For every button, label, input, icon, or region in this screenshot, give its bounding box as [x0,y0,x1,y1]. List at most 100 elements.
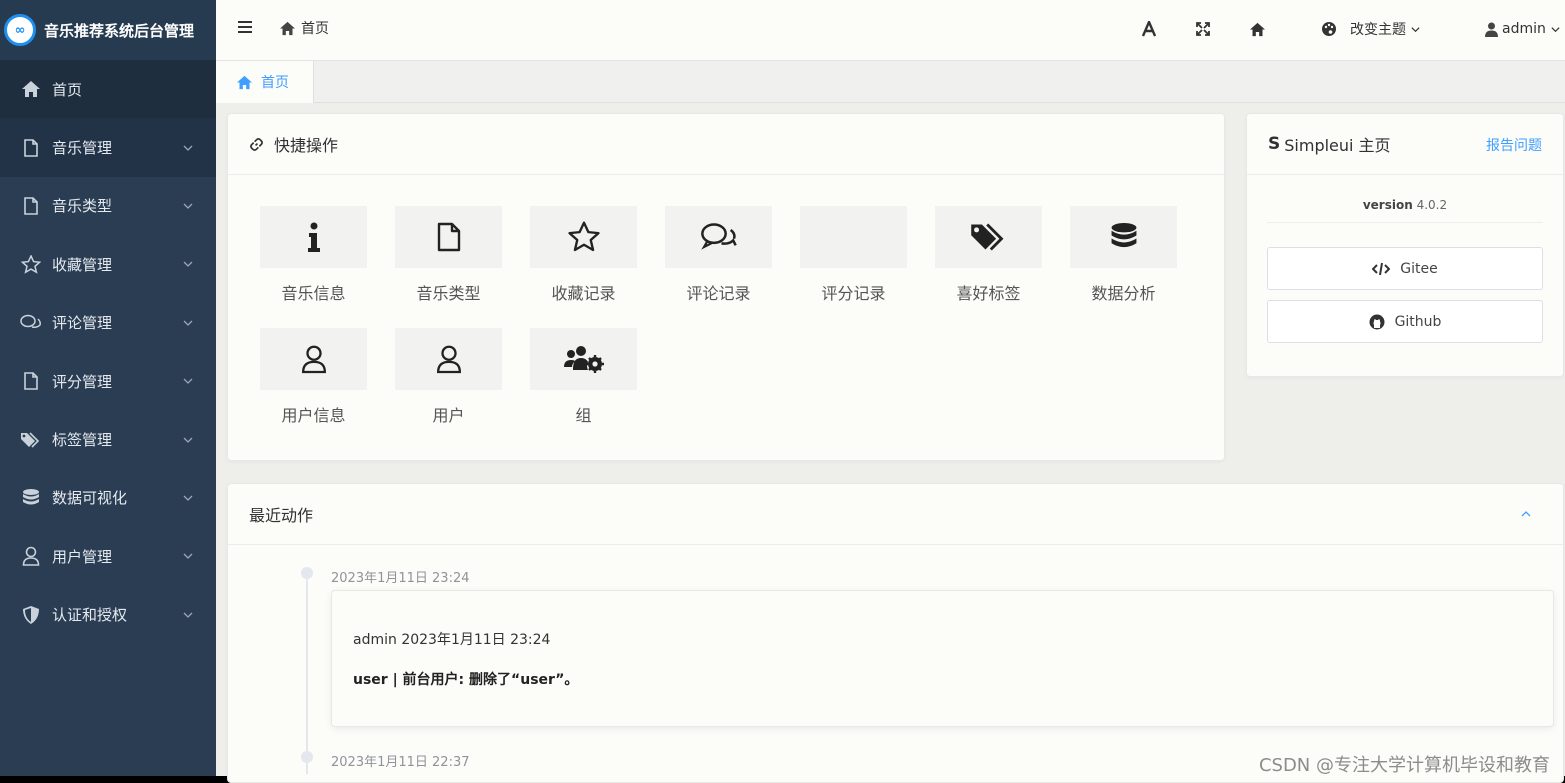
menu-toggle-icon[interactable] [238,20,252,34]
sidebar-item-comments[interactable]: 评论管理 [0,294,216,352]
top-header: 首页 改变主题 admin [216,0,1565,61]
sidebar-item-label: 认证和授权 [52,606,128,625]
github-icon [1369,314,1385,329]
quick-action-comments[interactable]: 评论记录 [665,206,772,304]
info-icon [307,222,320,252]
entry-message[interactable]: user | 前台用户: 删除了“user”。 [353,669,578,689]
quick-action-label: 音乐类型 [416,284,481,303]
database-icon [1111,223,1136,248]
user-icon [436,345,461,374]
sidebar-item-label: 音乐类型 [52,197,113,216]
sidebar-item-music-type[interactable]: 音乐类型 [0,177,216,235]
users-cog-icon [563,346,604,373]
sidebar-item-tags[interactable]: 标签管理 [0,410,216,468]
star-icon [567,221,600,252]
quick-action-tags[interactable]: 喜好标签 [935,206,1042,304]
sidebar-item-visualization[interactable]: 数据可视化 [0,469,216,527]
user-icon [1485,22,1498,37]
breadcrumb[interactable]: 首页 [279,18,329,38]
sidebar-item-favorites[interactable]: 收藏管理 [0,235,216,293]
timeline-timestamp: 2023年1月11日 23:24 [331,571,470,586]
sidebar-item-label: 评论管理 [52,314,113,333]
quick-action-music-info[interactable]: 音乐信息 [260,206,367,304]
recent-actions-title: 最近动作 [249,506,314,525]
timeline-entry: admin 2023年1月11日 23:24 user | 前台用户: 删除了“… [331,590,1554,727]
quick-action-users[interactable]: 用户 [395,328,502,426]
quick-action-label: 收藏记录 [551,284,616,303]
card-header: 最近动作 [228,484,1563,545]
user-menu[interactable]: admin [1485,18,1561,40]
tags-icon [970,223,1003,251]
sidebar-item-users[interactable]: 用户管理 [0,527,216,585]
home-icon [20,78,42,100]
version-label: version [1362,198,1413,212]
font-icon [1142,21,1156,37]
sidebar-item-label: 用户管理 [52,547,113,566]
report-issue-link[interactable]: 报告问题 [1486,135,1542,155]
tab-bar: 首页 [216,61,1565,103]
quick-action-user-info[interactable]: 用户信息 [260,328,367,426]
sidebar-item-ratings[interactable]: 评分管理 [0,352,216,410]
timeline-line [306,574,308,774]
sidebar-item-label: 标签管理 [52,431,113,450]
comments-icon [700,223,737,250]
recent-actions-card: 最近动作 2023年1月11日 23:24 admin 2023年1月11日 2… [227,483,1564,783]
simpleui-title: Simpleui 主页 [1284,136,1391,155]
timeline-dot [301,751,313,763]
quick-action-favorites[interactable]: 收藏记录 [530,206,637,304]
sidebar-item-music[interactable]: 音乐管理 [0,118,216,177]
code-icon [1372,262,1391,275]
quick-action-groups[interactable]: 组 [530,328,637,426]
breadcrumb-label: 首页 [301,21,329,37]
chevron-down-icon [183,437,193,443]
fullscreen-button[interactable] [1196,18,1210,40]
quick-action-label: 数据分析 [1091,284,1156,303]
home-button[interactable] [1249,18,1266,40]
github-button[interactable]: Github [1267,300,1543,343]
font-size-button[interactable] [1142,18,1156,40]
sidebar-item-auth[interactable]: 认证和授权 [0,586,216,644]
sidebar: ∞ 音乐推荐系统后台管理 首页 音乐管理 音乐类型 收藏管理 评论管理 评分管理… [0,0,216,776]
chevron-down-icon [1551,26,1560,32]
entry-author-time: admin 2023年1月11日 23:24 [353,632,551,648]
timeline-dot [301,567,313,579]
quick-actions-title: 快捷操作 [274,136,339,155]
user-label: admin [1502,21,1546,37]
quick-action-label: 音乐信息 [281,284,346,303]
quick-action-music-type[interactable]: 音乐类型 [395,206,502,304]
user-icon [20,545,42,567]
database-icon [20,487,42,509]
home-icon [237,75,252,89]
app-title: 音乐推荐系统后台管理 [44,21,195,40]
comments-icon [20,312,42,334]
card-header: S Simpleui 主页 报告问题 [1247,114,1563,175]
logo-icon: ∞ [4,14,36,46]
palette-icon [1322,22,1336,36]
chevron-down-icon [183,320,193,326]
version-info: version 4.0.2 [1267,198,1543,223]
chevron-up-icon[interactable] [1520,508,1532,520]
chevron-down-icon [183,553,193,560]
home-icon [1250,22,1265,36]
timeline-timestamp: 2023年1月11日 22:37 [331,755,470,770]
chevron-down-icon [183,261,193,268]
chevron-down-icon [1411,26,1420,32]
quick-action-label: 评分记录 [821,284,886,303]
sidebar-item-home[interactable]: 首页 [0,60,216,119]
file-icon [437,222,460,252]
quick-action-data-analysis[interactable]: 数据分析 [1070,206,1177,304]
tab-home[interactable]: 首页 [216,61,314,103]
quick-action-label: 用户 [432,406,465,425]
version-value: 4.0.2 [1416,198,1448,212]
chevron-down-icon [183,612,193,618]
gitee-button[interactable]: Gitee [1267,247,1543,290]
chevron-down-icon [183,495,193,501]
app-logo[interactable]: ∞ 音乐推荐系统后台管理 [0,0,216,60]
user-icon [301,345,326,374]
card-header: 快捷操作 [228,114,1224,175]
theme-switcher[interactable]: 改变主题 [1321,18,1421,40]
quick-action-ratings[interactable]: 评分记录 [800,206,907,304]
home-icon [280,21,295,35]
chevron-down-icon [183,378,193,385]
theme-label: 改变主题 [1350,22,1406,38]
